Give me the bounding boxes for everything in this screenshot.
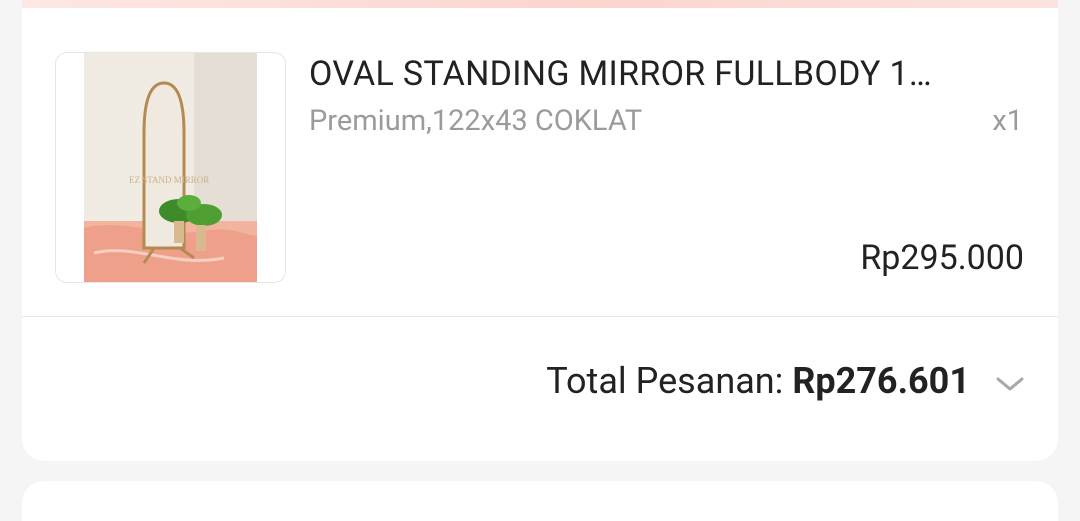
- mirror-product-image: EZ STAND MIRROR: [84, 53, 257, 282]
- product-variant: Premium,122x43 COKLAT: [309, 104, 643, 138]
- product-quantity: x1: [992, 104, 1023, 138]
- order-card: EZ STAND MIRROR OVAL STANDING MIRROR FUL…: [22, 8, 1058, 461]
- product-thumbnail[interactable]: EZ STAND MIRROR: [55, 52, 286, 283]
- divider: [22, 316, 1058, 317]
- order-total-label: Total Pesanan:: [546, 360, 793, 402]
- next-card: [22, 481, 1058, 521]
- chevron-down-icon[interactable]: [992, 372, 1028, 396]
- product-name[interactable]: OVAL STANDING MIRROR FULLBODY 1…: [309, 54, 1029, 94]
- top-accent-band: [22, 0, 1058, 8]
- image-watermark: EZ STAND MIRROR: [129, 175, 209, 185]
- order-total[interactable]: Total Pesanan: Rp276.601: [546, 360, 970, 402]
- product-price: Rp295.000: [860, 238, 1024, 278]
- order-total-amount: Rp276.601: [792, 360, 970, 402]
